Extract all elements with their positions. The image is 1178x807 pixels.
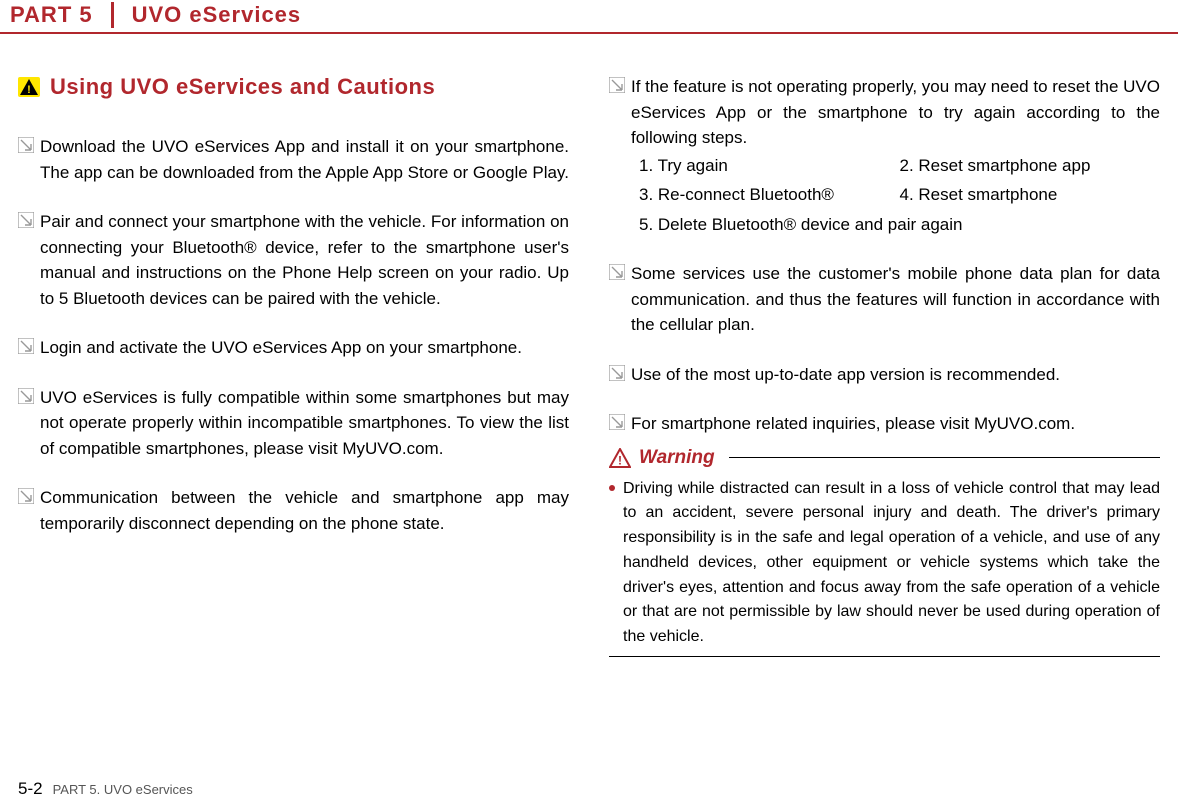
list-item: Use of the most up-to-date app version i… bbox=[609, 362, 1160, 388]
list-item-text: Use of the most up-to-date app version i… bbox=[631, 362, 1160, 388]
list-item-text: If the feature is not operating properly… bbox=[631, 74, 1160, 237]
step-3: 3. Re-connect Bluetooth® bbox=[639, 182, 900, 208]
caution-badge-icon: ! bbox=[18, 77, 40, 97]
page-header: PART 5 UVO eServices bbox=[0, 0, 1178, 28]
page-number: 5-2 bbox=[18, 779, 43, 799]
warning-header-line bbox=[729, 457, 1160, 458]
warning-triangle-icon: ! bbox=[609, 448, 631, 468]
step-1: 1. Try again bbox=[639, 153, 900, 179]
list-item: Communication between the vehicle and sm… bbox=[18, 485, 569, 536]
svg-text:!: ! bbox=[27, 84, 31, 95]
page-footer: 5-2 PART 5. UVO eServices bbox=[18, 779, 193, 799]
list-item: Some services use the customer's mobile … bbox=[609, 261, 1160, 338]
step-5: 5. Delete Bluetooth® device and pair aga… bbox=[639, 212, 1160, 238]
warning-header: ! Warning bbox=[609, 447, 1160, 469]
warning-body-text: Driving while distracted can result in a… bbox=[623, 477, 1160, 651]
arrow-bullet-icon bbox=[609, 414, 625, 430]
list-item: If the feature is not operating properly… bbox=[609, 74, 1160, 237]
list-item: Pair and connect your smartphone with th… bbox=[18, 209, 569, 311]
bullet-dot-icon bbox=[609, 485, 615, 491]
svg-text:!: ! bbox=[618, 453, 622, 467]
reset-intro-text: If the feature is not operating properly… bbox=[631, 77, 1160, 147]
arrow-bullet-icon bbox=[18, 388, 34, 404]
arrow-bullet-icon bbox=[18, 137, 34, 153]
list-item-text: Pair and connect your smartphone with th… bbox=[40, 209, 569, 311]
reset-steps: 1. Try again 2. Reset smartphone app 3. … bbox=[639, 153, 1160, 238]
warning-body: Driving while distracted can result in a… bbox=[609, 477, 1160, 658]
right-column: If the feature is not operating properly… bbox=[609, 74, 1160, 657]
warning-block: ! Warning Driving while distracted can r… bbox=[609, 447, 1160, 658]
list-item: Download the UVO eServices App and insta… bbox=[18, 134, 569, 185]
list-item-text: UVO eServices is fully compatible within… bbox=[40, 385, 569, 462]
list-item: Login and activate the UVO eServices App… bbox=[18, 335, 569, 361]
step-2: 2. Reset smartphone app bbox=[900, 153, 1161, 179]
arrow-bullet-icon bbox=[609, 77, 625, 93]
arrow-bullet-icon bbox=[609, 264, 625, 280]
arrow-bullet-icon bbox=[18, 488, 34, 504]
list-item-text: Communication between the vehicle and sm… bbox=[40, 485, 569, 536]
section-heading: ! Using UVO eServices and Cautions bbox=[18, 74, 569, 100]
list-item-text: For smartphone related inquiries, please… bbox=[631, 411, 1160, 437]
arrow-bullet-icon bbox=[18, 212, 34, 228]
arrow-bullet-icon bbox=[18, 338, 34, 354]
step-4: 4. Reset smartphone bbox=[900, 182, 1161, 208]
warning-label: Warning bbox=[639, 447, 715, 469]
list-item-text: Some services use the customer's mobile … bbox=[631, 261, 1160, 338]
part-title: UVO eServices bbox=[114, 2, 302, 28]
part-label: PART 5 bbox=[10, 2, 114, 28]
arrow-bullet-icon bbox=[609, 365, 625, 381]
content-area: ! Using UVO eServices and Cautions Downl… bbox=[0, 34, 1178, 657]
list-item: UVO eServices is fully compatible within… bbox=[18, 385, 569, 462]
footer-text: PART 5. UVO eServices bbox=[53, 782, 193, 797]
section-heading-text: Using UVO eServices and Cautions bbox=[50, 74, 435, 100]
left-column: ! Using UVO eServices and Cautions Downl… bbox=[18, 74, 569, 657]
list-item: For smartphone related inquiries, please… bbox=[609, 411, 1160, 437]
list-item-text: Login and activate the UVO eServices App… bbox=[40, 335, 569, 361]
list-item-text: Download the UVO eServices App and insta… bbox=[40, 134, 569, 185]
